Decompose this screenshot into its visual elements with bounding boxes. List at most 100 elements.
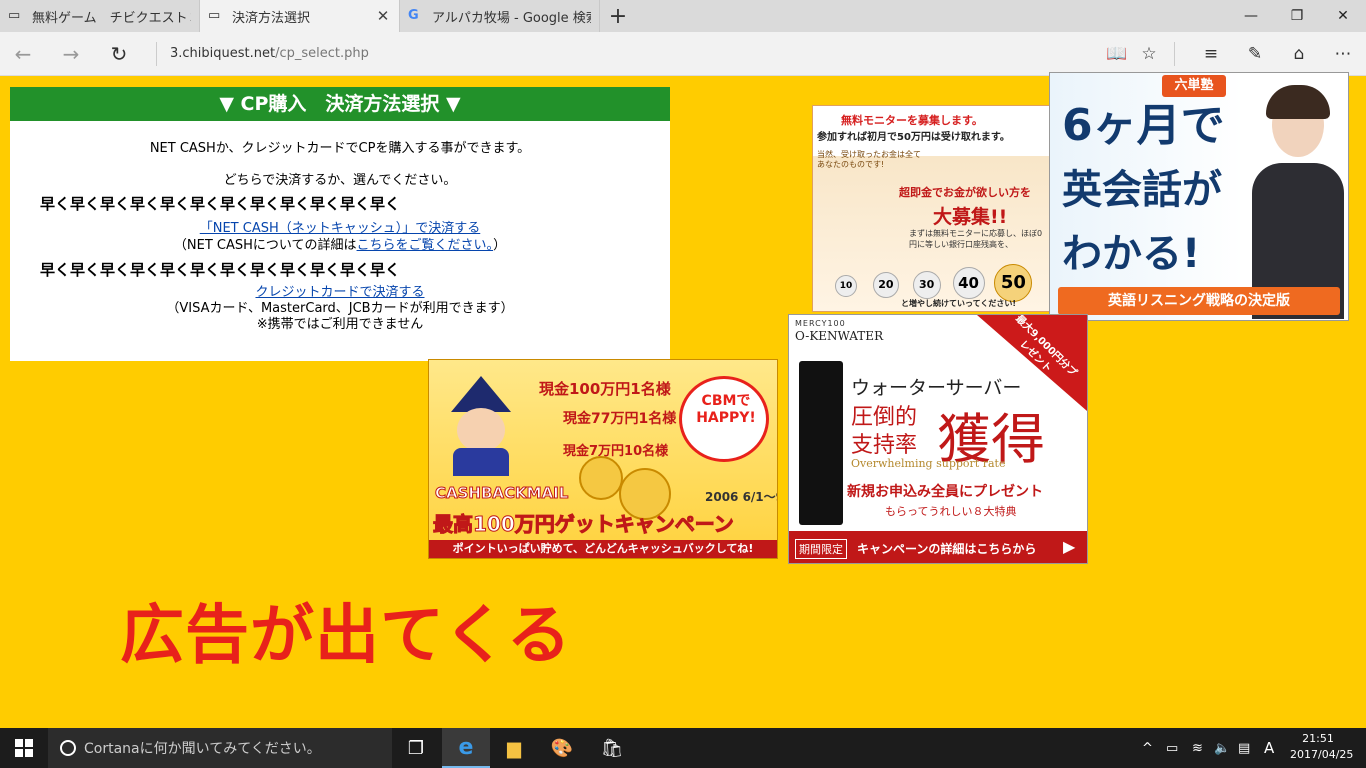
share-icon[interactable]: ⌂ [1284, 40, 1314, 68]
action-center-icon[interactable]: ▤ [1238, 728, 1250, 768]
tray-chevron-icon[interactable]: ^ [1142, 728, 1153, 768]
divider [1174, 42, 1175, 66]
hurry-text: 早く早く早く早く早く早く早く早く早く早く早く早く [40, 261, 401, 279]
ad-offer: 新規お申込み全員にプレゼント [847, 484, 1043, 500]
more-icon[interactable]: ⋯ [1328, 40, 1358, 68]
edge-icon[interactable]: e [442, 728, 490, 768]
start-button[interactable] [0, 728, 48, 768]
store-icon[interactable]: 🛍 [588, 728, 636, 768]
task-view-icon[interactable]: ❐ [392, 728, 440, 768]
ad-cashback-mail[interactable]: 現金100万円1名様 現金77万円1名様 現金7万円10名様 CBMでHAPPY… [428, 359, 778, 559]
ad-text: 無料モニターを募集します。 [841, 114, 983, 127]
cortana-icon [60, 740, 76, 756]
netcash-note-suffix: ） [493, 238, 507, 253]
address-bar: ← → ↻ 3.chibiquest.net/cp_select.php 📖 ☆… [0, 32, 1366, 76]
step-value: 50 [994, 264, 1033, 302]
url-host: 3.chibiquest.net [170, 46, 276, 61]
mobile-note: ※携帯ではご利用できません [256, 317, 424, 332]
ad-steps: 10 20 30 40 50 [835, 264, 1033, 302]
coin-icon [579, 456, 623, 500]
new-tab-button[interactable]: + [600, 0, 636, 32]
google-icon: G [408, 8, 419, 23]
close-window-icon[interactable]: ✕ [1320, 0, 1366, 32]
page-icon: ▭ [8, 8, 21, 23]
taskbar: Cortanaに何か聞いてみてください。 ❐ e ▆ 🎨 🛍 ^ ▭ ≋ 🔈 ▤… [0, 728, 1366, 768]
step-value: 30 [912, 271, 941, 299]
tab-label: アルパカ牧場 - Google 検索 [432, 10, 591, 26]
step-value: 10 [835, 275, 857, 297]
ad-brand: O-KENWATER [795, 329, 884, 343]
ad-headline: 6ヶ月で [1062, 100, 1225, 151]
reading-view-icon[interactable]: 📖 [1102, 40, 1132, 68]
water-server-image [799, 361, 843, 525]
netcash-details-link[interactable]: こちらをご覧ください。 [357, 238, 494, 253]
ad-headline: 超即金でお金が欲しい方を [899, 186, 1031, 199]
play-arrow-icon: ▶ [1063, 537, 1076, 556]
back-icon[interactable]: ← [8, 40, 38, 68]
netcash-note-prefix: （NET CASHについての詳細は [173, 238, 357, 253]
tab-google-search[interactable]: G アルパカ牧場 - Google 検索 [400, 0, 600, 32]
woman-photo [1250, 83, 1344, 319]
ad-prize: 現金77万円1名様 [563, 411, 677, 427]
forward-icon[interactable]: → [56, 40, 86, 68]
tab-bar: ▭ 無料ゲーム チビクエスト３ ▭ 決済方法選択 ✕ G アルパカ牧場 - Go… [0, 0, 1366, 32]
ad-brand-small: MERCY100 [795, 319, 846, 328]
ad-tag: 当然、受け取ったお金は全てあなたのものです! [817, 150, 921, 169]
clock[interactable]: 21:51 2017/04/25 [1290, 731, 1354, 763]
divider [156, 42, 157, 66]
network-icon[interactable]: ≋ [1192, 728, 1203, 768]
ad-water-server[interactable]: MERCY100 O-KENWATER 最大9,000円分プレゼント ウォーター… [788, 314, 1088, 564]
ad-headline: 英会話が [1062, 167, 1222, 213]
clock-time: 21:51 [1302, 732, 1334, 745]
restore-icon[interactable]: ❐ [1274, 0, 1320, 32]
minimize-icon[interactable]: — [1228, 0, 1274, 32]
ad-english: Overwhelming support rate [851, 457, 1006, 470]
url-path: /cp_select.php [275, 46, 369, 61]
question-text: どちらで決済するか、選んでください。 [223, 173, 457, 188]
paint-icon[interactable]: 🎨 [538, 728, 586, 768]
ad-headline: わかる! [1062, 231, 1201, 277]
volume-icon[interactable]: 🔈 [1214, 728, 1230, 768]
step-value: 20 [872, 272, 899, 298]
web-note-icon[interactable]: ✎ [1240, 40, 1270, 68]
ad-footer-bar: 期間限定 キャンペーンの詳細はこちらから ▶ [789, 531, 1087, 563]
page-icon: ▭ [208, 8, 221, 23]
windows-logo-icon [15, 739, 33, 757]
annotation-text: 広告が出てくる [120, 599, 572, 673]
ad-english-conversation[interactable]: 六単塾 6ヶ月で 英会話が わかる! 英語リスニング戦略の決定版 [1049, 72, 1349, 321]
ime-indicator[interactable]: A [1264, 728, 1274, 768]
witch-character-image [437, 376, 527, 476]
hub-icon[interactable]: ≡ [1196, 40, 1226, 68]
window-controls: — ❐ ✕ [1228, 0, 1366, 32]
refresh-icon[interactable]: ↻ [104, 40, 134, 68]
close-icon[interactable]: ✕ [375, 7, 391, 25]
ad-headline: 最高100万円ゲットキャンペーン [433, 512, 735, 537]
tab-chibiquest[interactable]: ▭ 無料ゲーム チビクエスト３ [0, 0, 200, 32]
file-explorer-icon[interactable]: ▆ [490, 728, 538, 768]
ad-footer: と増やし続けていってください! [901, 299, 1017, 308]
tab-payment-select[interactable]: ▭ 決済方法選択 ✕ [200, 0, 400, 32]
ad-monitor-recruitment[interactable]: 無料モニターを募集します。 参加すれば初月で50万円は受け取れます。 当然、受け… [812, 105, 1050, 312]
ad-footer-tag: 期間限定 [795, 539, 847, 559]
ad-sub: 支持率 [851, 433, 918, 458]
favorite-star-icon[interactable]: ☆ [1134, 40, 1164, 68]
ad-cta-button[interactable]: 英語リスニング戦略の決定版 [1058, 287, 1340, 315]
netcash-note: （NET CASHについての詳細はこちらをご覧ください。） [10, 234, 670, 253]
battery-icon[interactable]: ▭ [1166, 728, 1178, 768]
cortana-placeholder: Cortanaに何か聞いてみてください。 [84, 741, 321, 757]
clock-date: 2017/04/25 [1290, 748, 1354, 761]
tab-label: 決済方法選択 [232, 10, 311, 26]
payment-select-panel: ▼ CP購入 決済方法選択 ▼ NET CASHか、クレジットカードでCPを購入… [10, 87, 670, 361]
step-value: 40 [952, 267, 985, 299]
ad-badge: CBMでHAPPY! [696, 393, 756, 426]
ad-footer-link[interactable]: キャンペーンの詳細はこちらから [857, 540, 1036, 557]
ad-prize: 現金100万円1名様 [539, 380, 671, 398]
ad-offer-sub: もらってうれしい８大特典 [885, 505, 1017, 518]
ad-headline-big: 大募集!! [933, 206, 1008, 228]
ad-prize: 現金7万円10名様 [563, 444, 669, 459]
tab-label: 無料ゲーム チビクエスト３ [32, 10, 191, 26]
intro-text: NET CASHか、クレジットカードでCPを購入する事ができます。 [149, 141, 531, 156]
ad-footer: ポイントいっぱい貯めて、どんどんキャッシュバックしてね! [429, 540, 777, 558]
cortana-search-box[interactable]: Cortanaに何か聞いてみてください。 [48, 728, 392, 768]
url-field[interactable]: 3.chibiquest.net/cp_select.php [170, 46, 369, 61]
